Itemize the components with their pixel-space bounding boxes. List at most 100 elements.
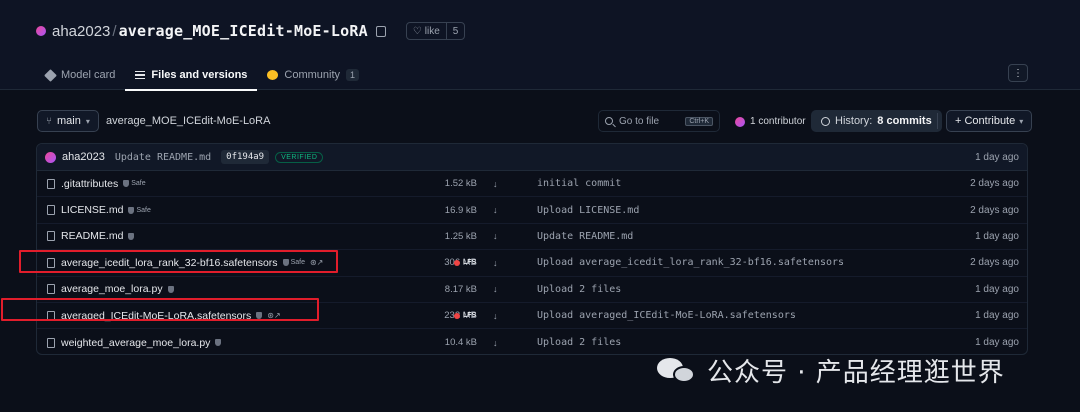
- repo-owner-link[interactable]: aha2023: [52, 23, 110, 40]
- scan-icon: [167, 285, 174, 293]
- scan-icon: [215, 339, 222, 347]
- like-button[interactable]: ♡ like 5: [405, 22, 466, 40]
- file-row: average_icedit_lora_rank_32-bf16.safeten…: [37, 250, 1027, 277]
- contributor-avatar: [735, 116, 745, 127]
- watermark-text: 公众号 · 产品经理逛世界: [707, 357, 1005, 388]
- history-button[interactable]: History: 8 commits: [811, 110, 942, 132]
- download-icon[interactable]: ↓: [493, 311, 498, 321]
- safe-label: Safe: [136, 206, 151, 214]
- download-icon[interactable]: ↓: [493, 258, 498, 268]
- file-row: .gitattributes Safe 1.52 kB ↓ initial com…: [37, 171, 1027, 198]
- history-count: 8 commits: [877, 115, 932, 127]
- file-size: 16.9 kB: [444, 204, 477, 216]
- path-separator: /: [112, 22, 117, 40]
- lfs-label: LFS: [463, 312, 477, 320]
- file-time: 1 day ago: [975, 337, 1019, 349]
- download-icon[interactable]: ↓: [493, 284, 498, 294]
- clock-icon: [821, 116, 830, 126]
- file-icon: [47, 231, 55, 242]
- scan-icon: [128, 232, 135, 240]
- shield-icon: [282, 259, 289, 267]
- contribute-label: + Contribute: [955, 115, 1016, 127]
- file-commit-message[interactable]: Upload 2 files: [537, 337, 621, 348]
- branch-selector[interactable]: ⑂ main ▾: [37, 110, 99, 132]
- safe-badge: Safe: [123, 180, 146, 188]
- lfs-icon: [454, 259, 460, 266]
- verified-badge: VERIFIED: [275, 151, 324, 163]
- safe-badge: Safe: [282, 259, 305, 267]
- cube-icon: [44, 68, 57, 82]
- lfs-icon: [454, 312, 460, 319]
- go-to-file-placeholder: Go to file: [619, 115, 660, 127]
- file-row: averaged_ICEdit-MoE-LoRA.safetensors ⊛↗ 2…: [37, 303, 1027, 330]
- go-to-file-input[interactable]: Go to file Ctrl+K: [598, 110, 720, 132]
- owner-avatar[interactable]: [36, 26, 46, 36]
- file-commit-message[interactable]: Upload average_icedit_lora_rank_32-bf16.…: [537, 257, 844, 268]
- files-icon: [135, 71, 146, 79]
- wechat-logo-icon: [655, 354, 699, 386]
- external-link-icon[interactable]: ⊛↗: [267, 311, 280, 320]
- file-commit-message[interactable]: Update README.md: [537, 231, 633, 242]
- file-name-link[interactable]: average_icedit_lora_rank_32-bf16.safeten…: [61, 257, 278, 269]
- lfs-label: LFS: [463, 259, 477, 267]
- file-commit-message[interactable]: Upload LICENSE.md: [537, 205, 639, 216]
- repo-header: aha2023 / average_MOE_ICEdit-MoE-LoRA ♡ l…: [0, 0, 1080, 91]
- community-badge: 1: [346, 69, 360, 81]
- branch-icon: ⑂: [46, 115, 52, 127]
- file-commit-message[interactable]: Upload 2 files: [537, 284, 621, 295]
- download-icon[interactable]: ↓: [493, 231, 498, 241]
- file-size: 1.52 kB: [444, 178, 477, 190]
- tab-label: Files and versions: [151, 69, 248, 81]
- repo-title: aha2023 / average_MOE_ICEdit-MoE-LoRA ♡ l…: [36, 20, 466, 42]
- more-options-button[interactable]: ⋮: [1008, 64, 1028, 82]
- download-icon[interactable]: ↓: [493, 205, 498, 215]
- file-time: 2 days ago: [970, 204, 1019, 216]
- community-icon: [267, 70, 279, 80]
- file-time: 1 day ago: [975, 310, 1019, 322]
- file-commit-message[interactable]: Upload averaged_ICEdit-MoE-LoRA.safetens…: [537, 310, 796, 321]
- commit-message[interactable]: Update README.md: [115, 152, 211, 163]
- file-name-link[interactable]: README.md: [61, 230, 123, 242]
- last-commit-row: aha2023 Update README.md 0f194a9 VERIFIE…: [37, 144, 1027, 171]
- author-avatar[interactable]: [45, 151, 56, 163]
- file-name-link[interactable]: averaged_ICEdit-MoE-LoRA.safetensors: [61, 310, 251, 322]
- download-icon[interactable]: ↓: [493, 338, 498, 348]
- breadcrumb[interactable]: average_MOE_ICEdit-MoE-LoRA: [106, 115, 270, 127]
- tab-label: Model card: [61, 69, 116, 81]
- file-commit-message[interactable]: initial commit: [537, 178, 621, 189]
- file-table: aha2023 Update README.md 0f194a9 VERIFIE…: [36, 143, 1028, 355]
- file-time: 2 days ago: [970, 257, 1019, 269]
- download-icon[interactable]: ↓: [493, 179, 498, 189]
- watermark: 公众号 · 产品经理逛世界: [655, 350, 1005, 390]
- lfs-badge: LFS: [454, 259, 476, 266]
- copy-icon[interactable]: [375, 25, 386, 37]
- tab-community[interactable]: Community 1: [257, 60, 369, 90]
- commit-hash[interactable]: 0f194a9: [221, 150, 270, 164]
- repo-tabs: Model card Files and versions Community …: [36, 60, 369, 91]
- like-count: 5: [452, 25, 459, 37]
- repo-name-link[interactable]: average_MOE_ICEdit-MoE-LoRA: [119, 22, 368, 40]
- file-name-link[interactable]: .gitattributes: [61, 178, 118, 190]
- divider: [937, 113, 938, 129]
- file-time: 1 day ago: [975, 283, 1019, 295]
- commit-author[interactable]: aha2023: [62, 151, 105, 163]
- file-name-link[interactable]: average_moe_lora.py: [61, 283, 163, 295]
- contributors-label: 1 contributor: [750, 116, 806, 127]
- contributors-link[interactable]: 1 contributor: [735, 116, 806, 127]
- tab-model-card[interactable]: Model card: [36, 60, 125, 90]
- tab-label: Community: [284, 69, 341, 81]
- file-size: 8.17 kB: [444, 283, 477, 295]
- tab-files-and-versions[interactable]: Files and versions: [125, 60, 258, 91]
- shield-icon: [123, 180, 130, 188]
- external-link-icon[interactable]: ⊛↗: [310, 258, 323, 267]
- heart-icon: ♡: [412, 25, 422, 37]
- file-row: LICENSE.md Safe 16.9 kB ↓ Upload LICENSE.…: [37, 197, 1027, 224]
- like-label: like: [424, 25, 440, 37]
- file-name-link[interactable]: LICENSE.md: [61, 204, 123, 216]
- contribute-button[interactable]: + Contribute ▾: [946, 110, 1033, 132]
- commit-time: 1 day ago: [975, 151, 1019, 163]
- file-name-link[interactable]: weighted_average_moe_lora.py: [61, 337, 210, 349]
- file-row: average_moe_lora.py 8.17 kB ↓ Upload 2 f…: [37, 277, 1027, 303]
- chevron-down-icon: ▾: [1019, 116, 1024, 126]
- scan-icon: [256, 312, 263, 320]
